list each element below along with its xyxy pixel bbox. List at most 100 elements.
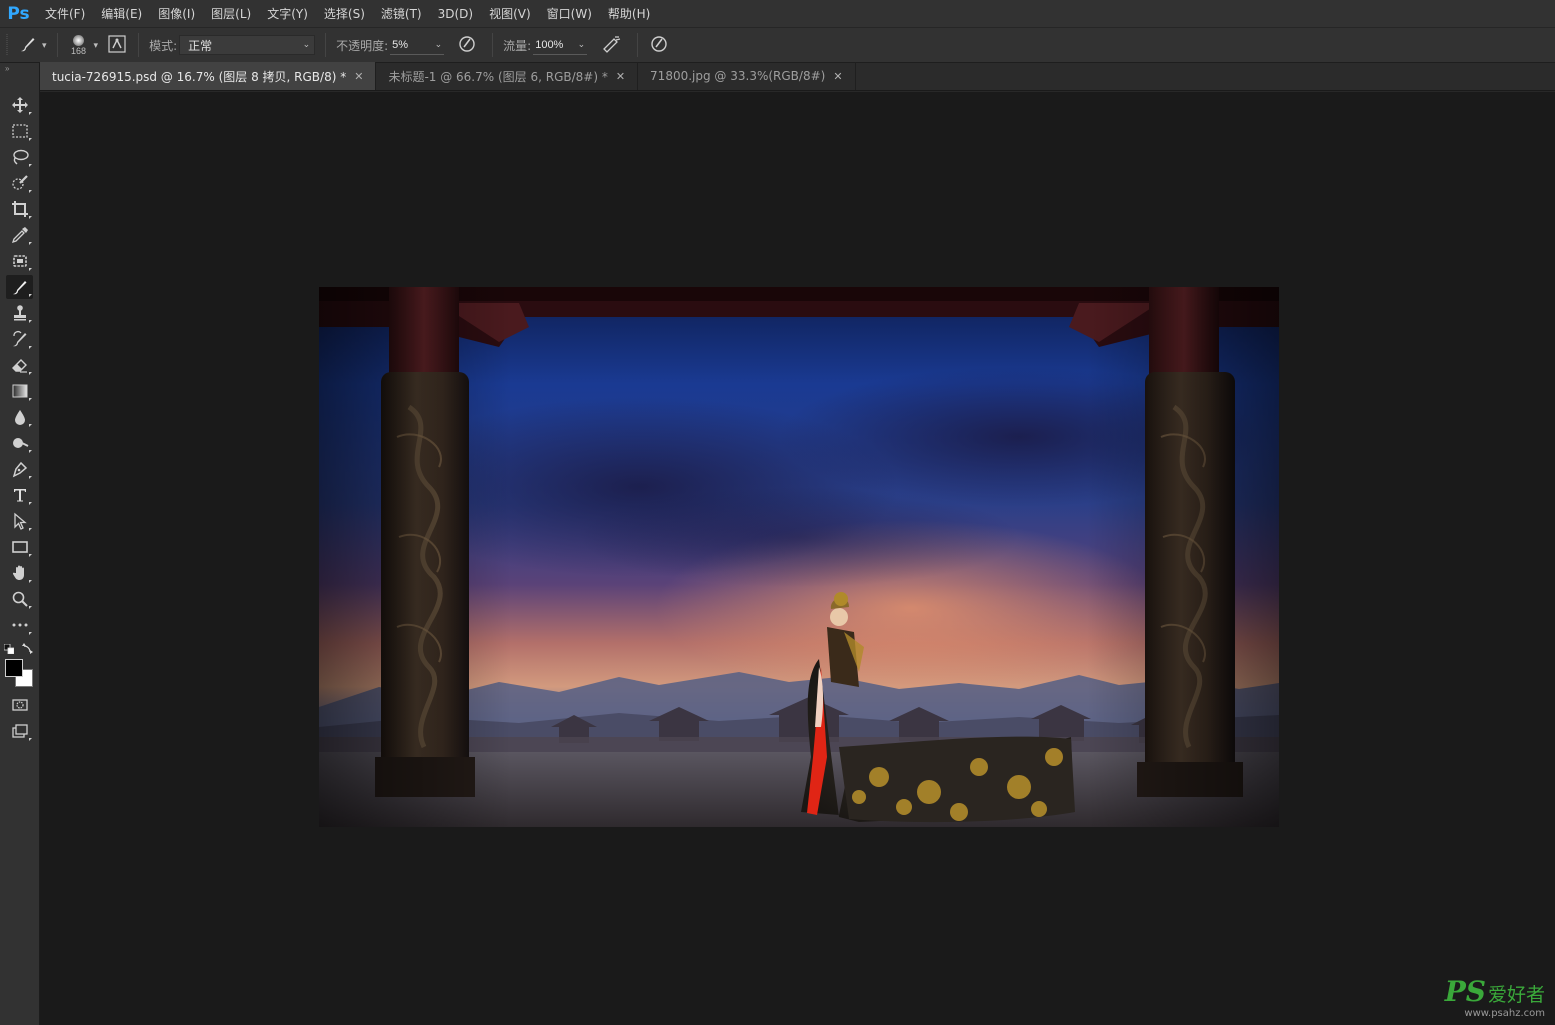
menu-layer[interactable]: 图层(L) <box>203 0 259 28</box>
path-selection-tool[interactable] <box>6 509 33 533</box>
ellipsis-icon <box>12 623 27 627</box>
document-tabs: tucia-726915.psd @ 16.7% (图层 8 拷贝, RGB/8… <box>40 62 1555 91</box>
quick-selection-tool[interactable] <box>6 171 33 195</box>
menu-3d[interactable]: 3D(D) <box>430 0 481 28</box>
move-icon <box>11 97 28 113</box>
stamp-icon <box>13 305 26 321</box>
crop-tool[interactable] <box>6 197 33 221</box>
watermark-url: www.psahz.com <box>1464 1008 1545 1019</box>
tab-title: tucia-726915.psd @ 16.7% (图层 8 拷贝, RGB/8… <box>52 69 347 84</box>
clone-stamp-tool[interactable] <box>6 301 33 325</box>
pressure-size-button[interactable] <box>644 28 674 63</box>
brush-tool[interactable] <box>6 275 33 299</box>
eyedropper-tool[interactable] <box>6 223 33 247</box>
opacity-field[interactable]: 5% ⌄ <box>390 35 445 55</box>
close-icon[interactable]: ✕ <box>354 70 363 83</box>
chevron-down-icon: ⌄ <box>434 39 443 49</box>
rectangle-tool[interactable] <box>6 535 33 559</box>
photoshop-logo: Ps <box>7 3 30 24</box>
crop-icon <box>11 201 28 217</box>
eraser-tool[interactable] <box>6 353 33 377</box>
pen-icon <box>12 461 27 478</box>
airbrush-button[interactable] <box>591 28 631 63</box>
move-tool[interactable] <box>6 93 33 117</box>
opacity-value: 5% <box>392 38 409 51</box>
opacity-label: 不透明度: <box>336 38 389 53</box>
marquee-tool[interactable] <box>6 119 33 143</box>
menu-edit[interactable]: 编辑(E) <box>93 0 150 28</box>
flow-label: 流量: <box>503 38 532 53</box>
menu-window[interactable]: 窗口(W) <box>539 0 600 28</box>
blend-mode-value: 正常 <box>188 38 213 53</box>
drop-icon <box>14 410 25 425</box>
brush-tip-icon <box>73 34 85 46</box>
swap-colors-icon[interactable] <box>22 642 34 654</box>
pressure-opacity-button[interactable] <box>448 28 486 63</box>
canvas-workspace[interactable]: PS 爱好者 www.psahz.com <box>40 92 1555 1025</box>
airbrush-icon <box>601 35 621 56</box>
lasso-icon <box>12 149 29 165</box>
mode-label: 模式: <box>149 38 178 53</box>
menu-image[interactable]: 图像(I) <box>150 0 203 28</box>
collapse-arrows-icon[interactable]: » <box>0 63 39 75</box>
brush-size-value: 168 <box>71 45 87 56</box>
document-canvas[interactable] <box>319 287 1279 827</box>
menu-view[interactable]: 视图(V) <box>481 0 539 28</box>
pen-pressure-size-icon <box>650 35 668 56</box>
screen-mode-button[interactable] <box>6 719 33 743</box>
menu-filter[interactable]: 滤镜(T) <box>373 0 430 28</box>
type-icon <box>13 489 26 502</box>
patch-icon <box>12 255 27 267</box>
options-bar: ▾ 168 ▾ 模式: 正常 ⌄ 不透明度: 5% ⌄ 流量: 100% ⌄ <box>0 28 1555 63</box>
blend-mode-select[interactable]: 正常 ⌄ <box>179 35 316 55</box>
screen-mode-icon <box>11 724 28 738</box>
menu-file[interactable]: 文件(F) <box>37 0 93 28</box>
gradient-icon <box>12 384 27 398</box>
document-tab-3[interactable]: 71800.jpg @ 33.3%(RGB/8#) ✕ <box>638 62 856 90</box>
more-tools[interactable] <box>6 613 33 637</box>
watermark: PS 爱好者 www.psahz.com <box>1445 975 1545 1019</box>
chevron-down-icon: ▾ <box>93 39 99 50</box>
foreground-color-swatch[interactable] <box>5 659 23 677</box>
magnifier-icon <box>12 591 28 607</box>
hand-tool[interactable] <box>6 561 33 585</box>
quick-mask-button[interactable] <box>6 693 33 717</box>
chevron-down-icon: ▾ <box>42 39 47 50</box>
pen-tool[interactable] <box>6 457 33 481</box>
menu-type[interactable]: 文字(Y) <box>259 0 316 28</box>
dodge-icon <box>12 438 28 448</box>
brush-preset-picker[interactable]: 168 ▾ <box>64 28 103 63</box>
history-brush-tool[interactable] <box>6 327 33 351</box>
tools-panel: » <box>0 63 40 1025</box>
close-icon[interactable]: ✕ <box>616 70 625 83</box>
document-tab-1[interactable]: tucia-726915.psd @ 16.7% (图层 8 拷贝, RGB/8… <box>40 62 377 90</box>
zoom-tool[interactable] <box>6 587 33 611</box>
menu-help[interactable]: 帮助(H) <box>600 0 658 28</box>
quick-selection-icon <box>11 175 28 190</box>
default-colors-icon[interactable] <box>3 643 15 655</box>
rectangle-icon <box>11 541 28 553</box>
eyedropper-icon <box>11 227 28 244</box>
lasso-tool[interactable] <box>6 145 33 169</box>
patch-tool[interactable] <box>6 249 33 273</box>
chevron-down-icon: ⌄ <box>577 39 586 49</box>
tab-title: 71800.jpg @ 33.3%(RGB/8#) <box>650 69 826 83</box>
flow-field[interactable]: 100% ⌄ <box>533 35 588 55</box>
tool-preset-picker[interactable]: ▾ <box>14 28 51 63</box>
hand-icon <box>12 565 24 580</box>
brush-settings-button[interactable] <box>102 28 132 63</box>
eraser-icon <box>11 359 27 373</box>
marquee-icon <box>11 124 28 138</box>
document-tab-2[interactable]: 未标题-1 @ 66.7% (图层 6, RGB/8#) * ✕ <box>376 62 639 90</box>
gradient-tool[interactable] <box>6 379 33 403</box>
blur-tool[interactable] <box>6 405 33 429</box>
options-grip <box>0 28 14 63</box>
tab-title: 未标题-1 @ 66.7% (图层 6, RGB/8#) * <box>388 69 608 84</box>
close-icon[interactable]: ✕ <box>833 70 842 83</box>
watermark-logo: PS 爱好者 <box>1444 975 1545 1008</box>
type-tool[interactable] <box>6 483 33 507</box>
menu-bar: Ps 文件(F) 编辑(E) 图像(I) 图层(L) 文字(Y) 选择(S) 滤… <box>0 0 1555 28</box>
dodge-tool[interactable] <box>6 431 33 455</box>
brush-icon <box>12 281 26 295</box>
menu-select[interactable]: 选择(S) <box>316 0 373 28</box>
